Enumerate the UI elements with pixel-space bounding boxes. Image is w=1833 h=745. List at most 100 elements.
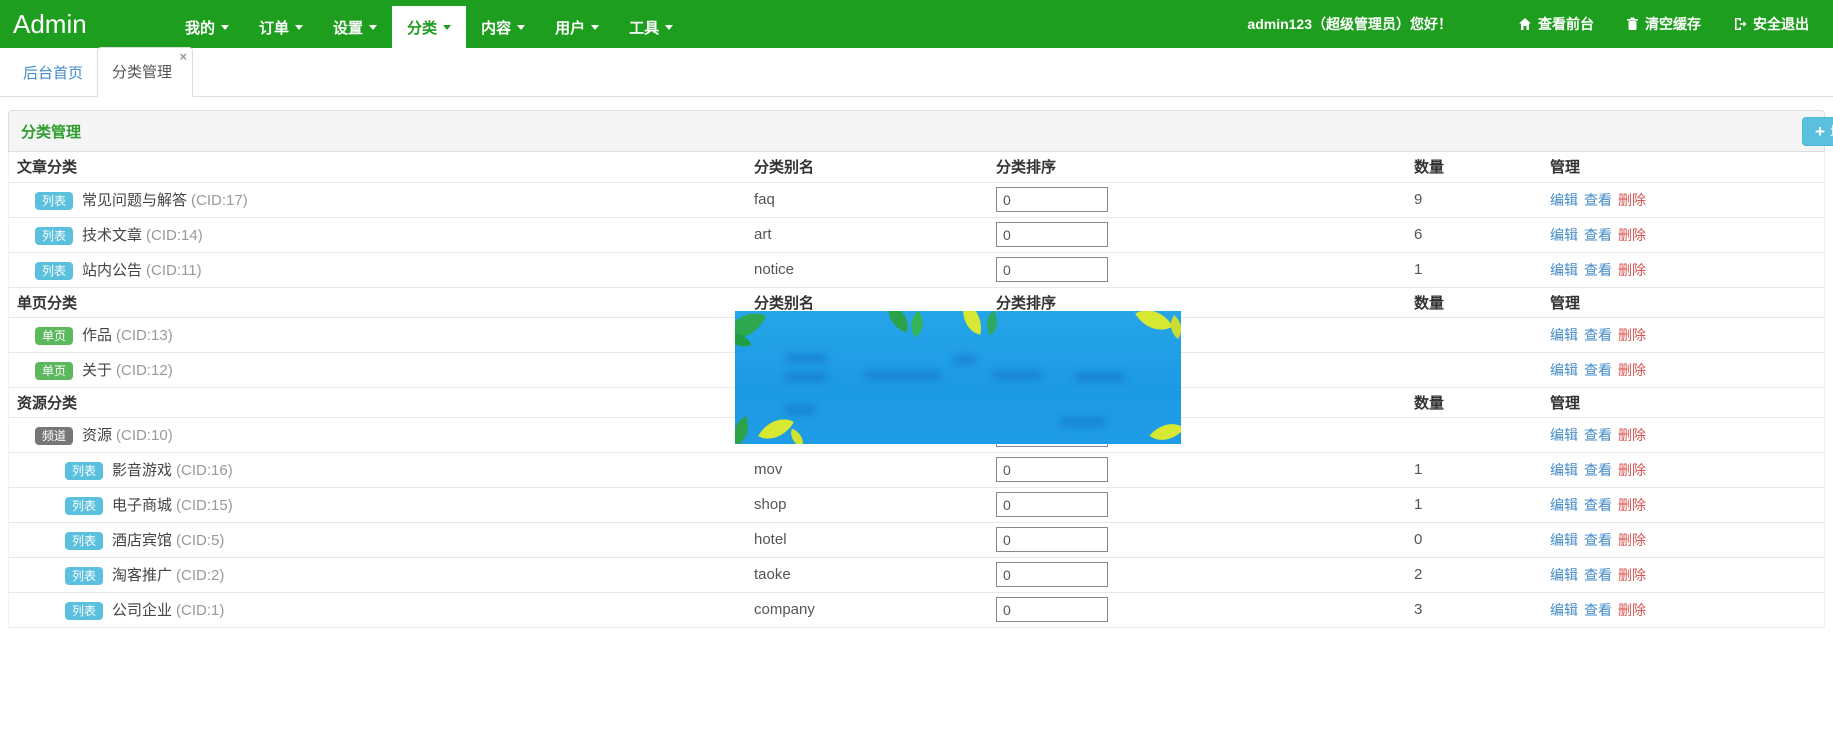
app-brand[interactable]: Admin [0,0,170,48]
tab-dashboard-home[interactable]: 后台首页 [9,49,97,96]
nav-menu-mine[interactable]: 我的 [170,6,244,48]
clear-cache-link[interactable]: 清空缓存 [1626,14,1701,34]
count-cell: 1 [1414,252,1550,287]
delete-link[interactable]: 删除 [1618,227,1646,243]
table-row: 列表电子商城(CID:15) shop 1 编辑查看删除 [9,487,1824,522]
sort-input[interactable] [996,257,1108,282]
table-row: 列表淘客推广(CID:2) taoke 2 编辑查看删除 [9,557,1824,592]
sort-input[interactable] [996,527,1108,552]
view-link[interactable]: 查看 [1584,497,1612,513]
col-header-manage: 管理 [1550,152,1824,182]
trash-icon [1626,17,1639,31]
col-header-manage: 管理 [1550,387,1824,417]
edit-link[interactable]: 编辑 [1550,462,1578,478]
category-name: 作品 [82,327,112,344]
edit-link[interactable]: 编辑 [1550,262,1578,278]
view-link[interactable]: 查看 [1584,262,1612,278]
category-cid: (CID:2) [176,567,224,584]
sort-input[interactable] [996,187,1108,212]
edit-link[interactable]: 编辑 [1550,362,1578,378]
table-row: 列表影音游戏(CID:16) mov 1 编辑查看删除 [9,452,1824,487]
type-badge-page: 单页 [35,327,73,345]
sort-input[interactable] [996,222,1108,247]
banner-watermark [785,406,815,414]
delete-link[interactable]: 删除 [1618,567,1646,583]
nav-menu-settings[interactable]: 设置 [318,6,392,48]
delete-link[interactable]: 删除 [1618,192,1646,208]
nav-menu-tools[interactable]: 工具 [614,6,688,48]
alias-cell: notice [754,252,996,287]
edit-link[interactable]: 编辑 [1550,532,1578,548]
edit-link[interactable]: 编辑 [1550,327,1578,343]
banner-watermark [953,356,977,364]
logout-link[interactable]: 安全退出 [1733,14,1809,34]
chevron-down-icon [443,25,451,30]
sort-input[interactable] [996,457,1108,482]
nav-menu-content[interactable]: 内容 [466,6,540,48]
navbar-right: admin123（超级管理员）您好！ 查看前台 清空缓存 安全退出 [1247,0,1833,48]
col-header-manage: 管理 [1550,287,1824,317]
tab-category-management[interactable]: 分类管理 × [97,47,193,97]
delete-link[interactable]: 删除 [1618,362,1646,378]
plus-icon: + [1815,123,1825,140]
sort-input[interactable] [996,562,1108,587]
view-link[interactable]: 查看 [1584,227,1612,243]
nav-menu-users[interactable]: 用户 [540,6,614,48]
add-category-button[interactable]: + 增加分类 [1802,117,1833,146]
edit-link[interactable]: 编辑 [1550,192,1578,208]
view-link[interactable]: 查看 [1584,192,1612,208]
delete-link[interactable]: 删除 [1618,532,1646,548]
view-link[interactable]: 查看 [1584,602,1612,618]
view-link[interactable]: 查看 [1584,327,1612,343]
section-title: 单页分类 [9,287,754,317]
nav-menu-category[interactable]: 分类 [392,6,466,48]
view-link[interactable]: 查看 [1584,567,1612,583]
user-greeting: admin123（超级管理员）您好！ [1247,14,1452,34]
delete-link[interactable]: 删除 [1618,462,1646,478]
leaf-decoration [1135,311,1173,339]
type-badge-list: 列表 [65,462,103,480]
view-link[interactable]: 查看 [1584,462,1612,478]
edit-link[interactable]: 编辑 [1550,602,1578,618]
panel-title: 分类管理 [21,121,81,142]
category-name: 站内公告 [82,262,142,279]
count-cell: 1 [1414,487,1550,522]
nav-menu-orders[interactable]: 订单 [244,6,318,48]
chevron-down-icon [295,25,303,30]
category-name: 资源 [82,427,112,444]
view-link[interactable]: 查看 [1584,362,1612,378]
category-name: 酒店宾馆 [112,532,172,549]
category-name: 影音游戏 [112,462,172,479]
category-cid: (CID:5) [176,532,224,549]
delete-link[interactable]: 删除 [1618,602,1646,618]
edit-link[interactable]: 编辑 [1550,427,1578,443]
leaf-decoration [882,311,914,333]
view-link[interactable]: 查看 [1584,427,1612,443]
category-cid: (CID:16) [176,462,233,479]
delete-link[interactable]: 删除 [1618,497,1646,513]
view-link[interactable]: 查看 [1584,532,1612,548]
view-site-link[interactable]: 查看前台 [1518,14,1594,34]
type-badge-list: 列表 [65,602,103,620]
type-badge-list: 列表 [35,262,73,280]
panel-header: 分类管理 + 增加分类 [8,110,1825,152]
leaf-decoration [735,416,755,444]
banner-watermark [993,371,1043,379]
section-title: 文章分类 [9,152,754,182]
leaf-decoration [787,429,807,444]
sort-input[interactable] [996,597,1108,622]
delete-link[interactable]: 删除 [1618,262,1646,278]
delete-link[interactable]: 删除 [1618,427,1646,443]
edit-link[interactable]: 编辑 [1550,497,1578,513]
edit-link[interactable]: 编辑 [1550,227,1578,243]
home-icon [1518,17,1532,31]
table-row: 列表常见问题与解答(CID:17) faq 9 编辑查看删除 [9,182,1824,217]
leaf-decoration [758,410,794,444]
edit-link[interactable]: 编辑 [1550,567,1578,583]
close-icon[interactable]: × [179,50,187,63]
delete-link[interactable]: 删除 [1618,327,1646,343]
sort-input[interactable] [996,492,1108,517]
col-header-count: 数量 [1414,387,1550,417]
col-header-sort: 分类排序 [996,152,1414,182]
col-header-count: 数量 [1414,287,1550,317]
